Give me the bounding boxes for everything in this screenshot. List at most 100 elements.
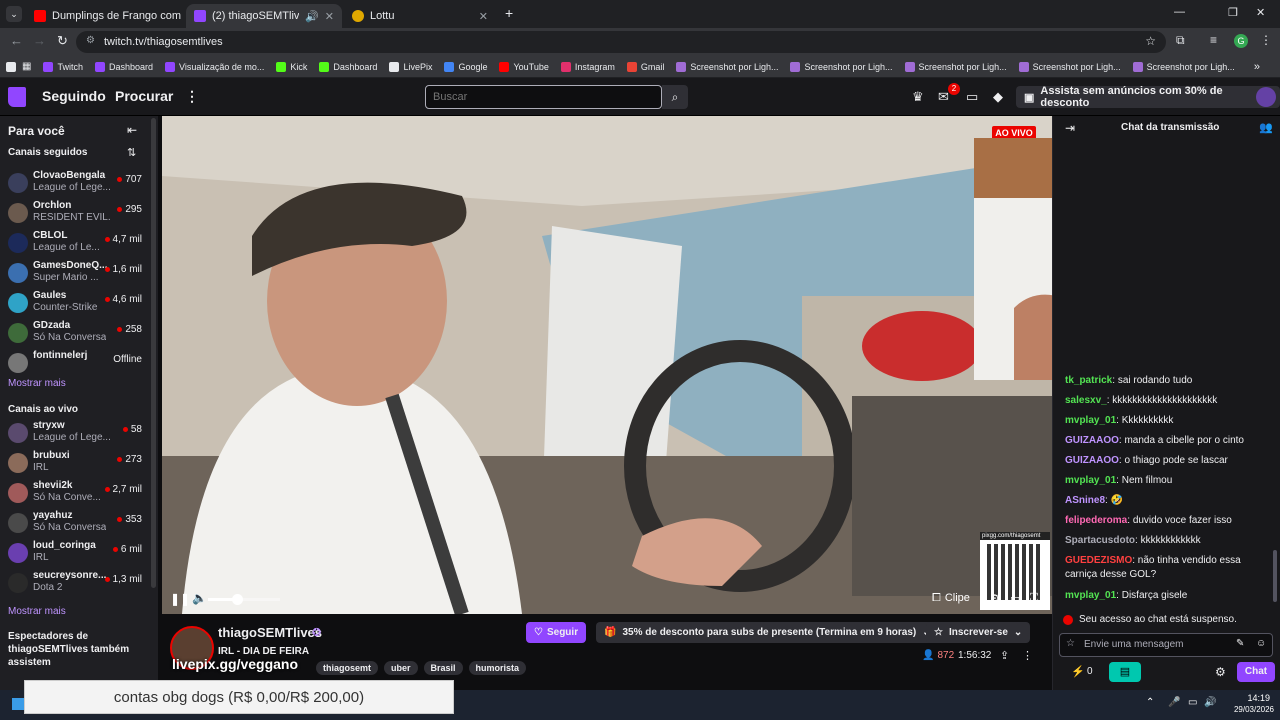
subscribe-button[interactable]: ☆ Inscrever-se ⌄ bbox=[926, 622, 1031, 643]
chat-settings-icon[interactable]: ⚙ bbox=[1215, 665, 1226, 679]
clip-button[interactable]: ⧠ Clipe bbox=[932, 592, 970, 605]
prediction-gift-button[interactable]: ▤ bbox=[1109, 662, 1141, 682]
more-menu-icon[interactable]: ⋮ bbox=[185, 88, 199, 105]
chat-username[interactable]: ASnine8 bbox=[1065, 495, 1105, 506]
bookmark-item[interactable]: Screenshot por Ligh... bbox=[670, 61, 784, 72]
tag-pill[interactable]: Brasil bbox=[423, 661, 463, 675]
chrome-menu-icon[interactable]: ⋮ bbox=[1260, 33, 1272, 47]
site-info-icon[interactable]: ⚙ bbox=[86, 35, 95, 46]
chat-username[interactable]: Spartacusdoto bbox=[1065, 535, 1135, 546]
gift-subs-promo-button[interactable]: 🎁 35% de desconto para subs de presente (… bbox=[596, 622, 939, 643]
nav-following[interactable]: Seguindo bbox=[42, 88, 106, 104]
settings-icon[interactable]: ⚙ bbox=[990, 592, 1000, 605]
bits-icon[interactable]: ◆ bbox=[993, 89, 1003, 105]
tag-pill[interactable]: uber bbox=[384, 661, 418, 675]
chat-username[interactable]: salesxv_ bbox=[1065, 395, 1107, 406]
bookmark-item[interactable]: LivePix bbox=[383, 61, 438, 72]
tag-pill[interactable]: humorista bbox=[468, 661, 527, 675]
ad-free-promo-button[interactable]: ▣ Assista sem anúncios com 30% de descon… bbox=[1016, 85, 1280, 109]
microphone-icon[interactable]: 🎤 bbox=[1168, 697, 1180, 708]
channel-name[interactable]: thiagoSEMTlives bbox=[218, 625, 322, 640]
chat-username[interactable]: mvplay_01 bbox=[1065, 590, 1116, 601]
chat-username[interactable]: GUIZAAOO bbox=[1065, 455, 1119, 466]
chat-send-button[interactable]: Chat bbox=[1237, 662, 1275, 682]
chat-username[interactable]: felipederoma bbox=[1065, 515, 1127, 526]
bookmark-item[interactable]: Twitch bbox=[37, 61, 89, 72]
bookmark-item[interactable]: Gmail bbox=[621, 61, 671, 72]
sidebar-toggle-icon[interactable] bbox=[6, 61, 16, 72]
chat-username[interactable]: mvplay_01 bbox=[1065, 415, 1116, 426]
windows-start-icon[interactable] bbox=[12, 698, 24, 710]
twitch-logo-icon[interactable] bbox=[8, 87, 26, 107]
fullscreen-icon[interactable]: ⛶ bbox=[1030, 592, 1038, 605]
sidebar-channel[interactable]: GamesDoneQ... Super Mario ... 1,6 mil bbox=[0, 258, 150, 288]
more-options-icon[interactable]: ⋮ bbox=[1022, 649, 1033, 662]
bookmark-item[interactable]: Screenshot por Ligh... bbox=[784, 61, 898, 72]
url-field[interactable]: ⚙ twitch.tv/thiagosemtlives ☆ bbox=[76, 31, 1166, 53]
collapse-chat-icon[interactable]: ⇥ bbox=[1065, 121, 1075, 135]
follow-button[interactable]: ♡ Seguir bbox=[526, 622, 587, 643]
sort-icon[interactable]: ⇅ bbox=[127, 146, 136, 159]
nav-browse[interactable]: Procurar bbox=[115, 88, 173, 104]
more-bookmarks-icon[interactable]: » bbox=[1254, 61, 1260, 73]
browser-tab-3[interactable]: Lottu ✕ bbox=[344, 4, 496, 28]
bookmark-item[interactable]: Screenshot por Ligh... bbox=[899, 61, 1013, 72]
profile-avatar[interactable]: G bbox=[1234, 34, 1248, 48]
chat-scrollbar[interactable] bbox=[1273, 550, 1277, 602]
chat-username[interactable]: GUIZAAOO bbox=[1065, 435, 1119, 446]
whispers-icon[interactable]: ▭ bbox=[966, 89, 978, 105]
volume-slider[interactable] bbox=[208, 594, 280, 605]
sidebar-channel[interactable]: brubuxi IRL 273 bbox=[0, 448, 150, 478]
search-button[interactable]: ⌕ bbox=[662, 85, 688, 109]
close-window-button[interactable]: ✕ bbox=[1256, 6, 1265, 19]
tab-search-button[interactable]: ⌄ bbox=[6, 6, 22, 22]
sidebar-channel[interactable]: shevii2k Só Na Conve... 2,7 mil bbox=[0, 478, 150, 508]
bookmark-item[interactable]: Dashboard bbox=[313, 61, 383, 72]
minimize-button[interactable]: — bbox=[1174, 6, 1185, 18]
bookmark-item[interactable]: Screenshot por Ligh... bbox=[1013, 61, 1127, 72]
video-player[interactable]: ❚❚ 🔈 ⧠ Clipe pixgg.com/thiagosemt ⚙ ▭ ⛶ bbox=[162, 116, 1052, 614]
restore-button[interactable]: ❐ bbox=[1228, 6, 1238, 19]
extensions-icon[interactable]: ⧉ bbox=[1176, 33, 1185, 48]
bookmark-item[interactable]: Visualização de mo... bbox=[159, 61, 270, 72]
sidebar-channel[interactable]: loud_coringa IRL 6 mil bbox=[0, 538, 150, 568]
volume-knob[interactable] bbox=[231, 594, 243, 605]
emote-combo-icon[interactable]: ✎ bbox=[1236, 638, 1244, 649]
bookmark-star-icon[interactable]: ☆ bbox=[1145, 34, 1156, 48]
speaker-icon[interactable]: 🔊 bbox=[1204, 697, 1216, 708]
sidebar-channel[interactable]: Orchlon RESIDENT EVIL... 295 bbox=[0, 198, 150, 228]
share-icon[interactable]: ⇪ bbox=[1000, 649, 1009, 662]
apps-icon[interactable]: ▦ bbox=[22, 61, 31, 72]
search-input[interactable] bbox=[425, 85, 662, 109]
tab-close-icon[interactable]: ✕ bbox=[325, 10, 334, 23]
bookmark-item[interactable]: YouTube bbox=[493, 61, 554, 72]
theatre-mode-icon[interactable]: ▭ bbox=[1010, 592, 1020, 605]
volume-icon[interactable]: 🔈 bbox=[192, 591, 207, 605]
bookmark-item[interactable]: Google bbox=[438, 61, 493, 72]
browser-tab-1[interactable]: Dumplings de Frango com BBC ✕ bbox=[26, 4, 182, 28]
crown-icon[interactable]: ♛ bbox=[912, 89, 924, 105]
inbox-icon[interactable]: ✉ bbox=[938, 89, 949, 105]
channel-points-icon[interactable]: ⚡ bbox=[1071, 665, 1085, 678]
bookmark-item[interactable]: Dashboard bbox=[89, 61, 159, 72]
sidebar-channel[interactable]: GDzada Só Na Conversa 258 bbox=[0, 318, 150, 348]
chat-users-icon[interactable]: 👥 bbox=[1259, 121, 1273, 134]
sidebar-channel[interactable]: ClovaoBengala League of Lege... 707 bbox=[0, 168, 150, 198]
sidebar-channel[interactable]: Gaules Counter-Strike 4,6 mil bbox=[0, 288, 150, 318]
collapse-sidebar-icon[interactable]: ⇤ bbox=[127, 123, 137, 137]
chat-username[interactable]: mvplay_01 bbox=[1065, 475, 1116, 486]
reload-icon[interactable]: ↻ bbox=[57, 33, 68, 49]
sidebar-channel[interactable]: stryxw League of Lege... 58 bbox=[0, 418, 150, 448]
sidebar-channel[interactable]: yayahuz Só Na Conversa 353 bbox=[0, 508, 150, 538]
bits-cheer-icon[interactable]: ☆ bbox=[1066, 638, 1075, 649]
tag-pill[interactable]: thiagosemt bbox=[316, 661, 379, 675]
media-control-icon[interactable]: ≡ bbox=[1210, 33, 1217, 47]
speaker-icon[interactable]: 🔊 bbox=[305, 10, 319, 23]
emoji-icon[interactable]: ☺ bbox=[1256, 638, 1266, 649]
sidebar-channel[interactable]: fontinnelerj Offline bbox=[0, 348, 150, 378]
bookmark-item[interactable]: Instagram bbox=[555, 61, 621, 72]
browser-tab-2[interactable]: (2) thiagoSEMTlives - Twitch 🔊 ✕ bbox=[186, 4, 342, 28]
chat-username[interactable]: tk_patrick bbox=[1065, 375, 1112, 386]
sidebar-channel[interactable]: seucreysonre... Dota 2 1,3 mil bbox=[0, 568, 150, 598]
chat-username[interactable]: GUEDEZISMO bbox=[1065, 555, 1132, 566]
